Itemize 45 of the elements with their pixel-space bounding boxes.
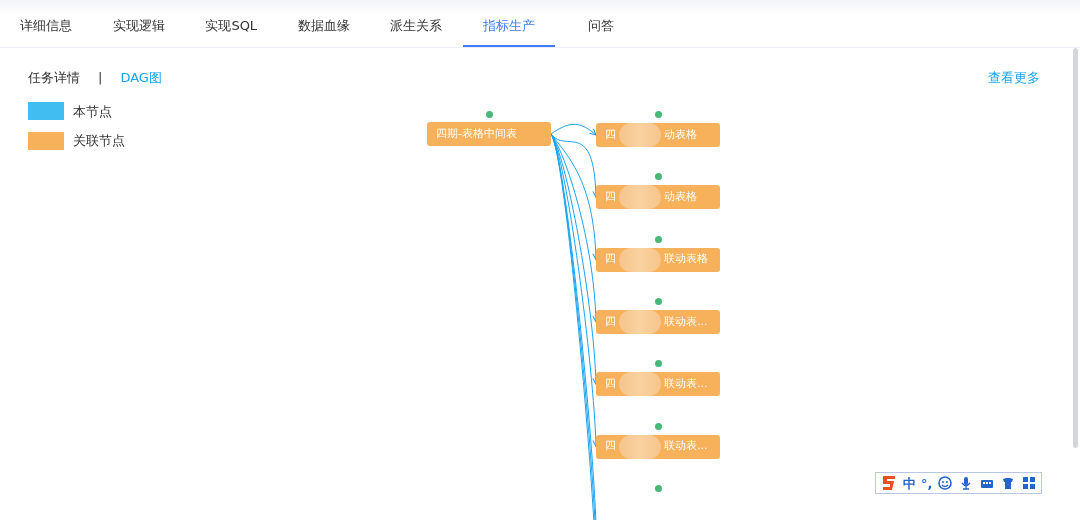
node-label: 联动表... (664, 313, 708, 330)
grid-icon[interactable] (1021, 475, 1038, 491)
tab[interactable]: 指标生产 (462, 14, 555, 47)
tab[interactable]: 数据血缘 (277, 14, 370, 47)
port-dot (655, 235, 662, 243)
tab[interactable]: 实现逻辑 (92, 14, 185, 47)
scrollbar[interactable] (1073, 48, 1078, 448)
tab[interactable]: 详细信息 (0, 14, 93, 47)
punctuation-toggle[interactable]: °, (921, 476, 933, 490)
node-label: 动表格 (664, 126, 697, 143)
ime-mode-toggle[interactable]: 中 (903, 476, 916, 490)
node-label: 四 (605, 189, 616, 206)
tab[interactable]: 派生关系 (370, 14, 463, 47)
view-more-link[interactable]: 查看更多 (988, 68, 1040, 88)
redaction-blur (619, 309, 661, 334)
node-label: 联动表... (664, 438, 708, 455)
node-label: 四 (605, 438, 616, 455)
legend-label: 本节点 (73, 102, 112, 121)
node-label: 联动表格 (664, 251, 708, 268)
redaction-blur (619, 123, 661, 147)
port-dot (655, 485, 662, 492)
redaction-blur (619, 372, 661, 397)
node-label: 动表格 (664, 189, 697, 206)
node-label: 联动表... (664, 375, 708, 392)
node-label: 四 (605, 251, 616, 268)
port-dot (655, 111, 662, 118)
port-dot (655, 360, 662, 368)
redaction-blur (619, 185, 661, 210)
view-switch-tab[interactable]: DAG图 (120, 68, 162, 88)
view-switch-tab[interactable]: 任务详情 (28, 68, 80, 88)
port-dot (655, 173, 662, 181)
node-label: 四 (605, 375, 616, 392)
tab[interactable]: 实现SQL (185, 14, 278, 47)
separator: | (98, 69, 103, 87)
redaction-blur (619, 434, 661, 459)
port-dot (655, 422, 662, 430)
node-label: 四 (605, 313, 616, 330)
legend-label: 关联节点 (73, 132, 125, 150)
smiley-icon[interactable] (937, 475, 954, 491)
redaction-blur (619, 247, 661, 272)
port-dot (655, 297, 662, 305)
tab[interactable]: 问答 (555, 14, 648, 47)
ime-logo-icon[interactable] (880, 474, 898, 492)
port-dot (486, 111, 493, 118)
node-label: 四 (605, 126, 616, 143)
